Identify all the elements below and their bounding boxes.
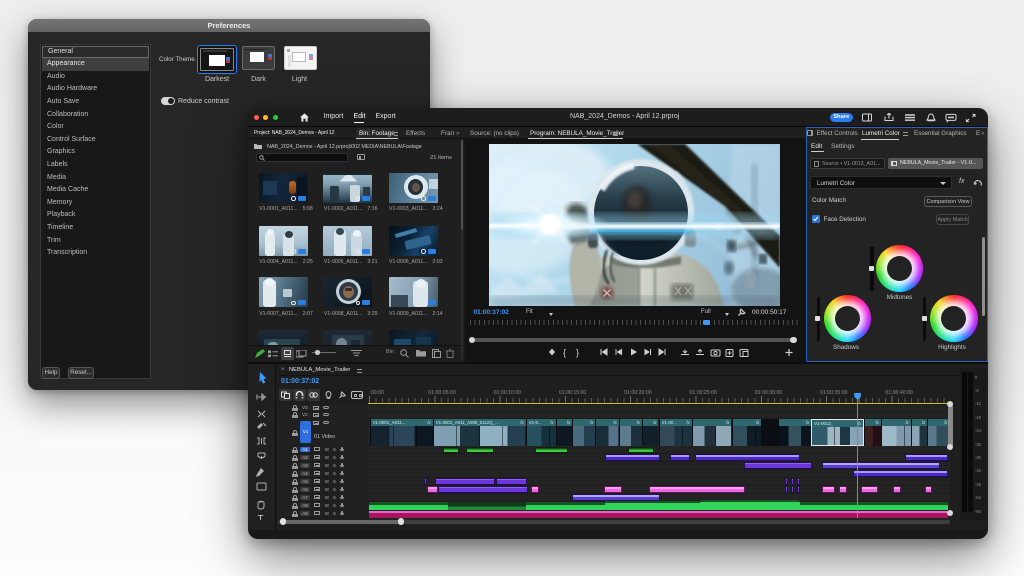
svg-text:{: { [563,348,566,358]
svg-text:T: T [258,514,264,520]
svg-text:}: } [576,348,579,358]
